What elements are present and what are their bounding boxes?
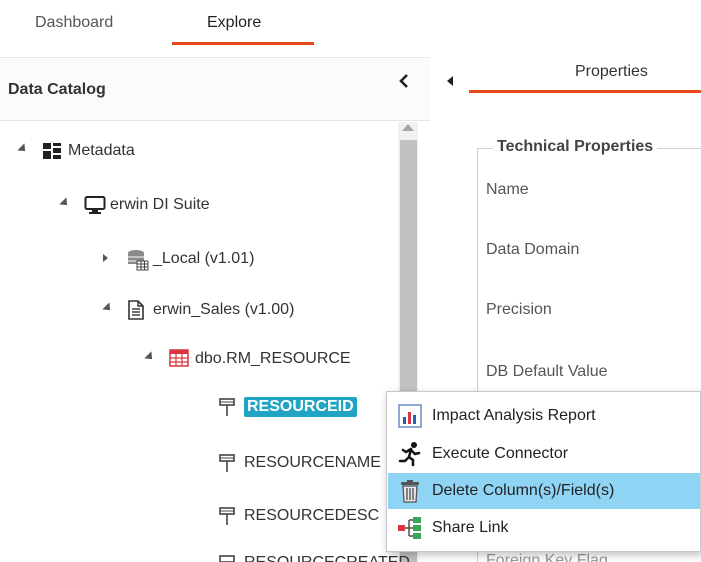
menu-item-impact-analysis[interactable]: Impact Analysis Report: [388, 398, 700, 434]
catalog-tree: [0, 122, 430, 562]
tab-explore[interactable]: Explore: [207, 14, 261, 32]
column-key-icon: [218, 554, 238, 562]
column-key-icon: [218, 453, 238, 473]
menu-label: Impact Analysis Report: [432, 407, 596, 424]
chevron-left-icon[interactable]: [399, 74, 409, 93]
trash-icon: [397, 478, 423, 504]
tree-label-column: RESOURCECREATED: [244, 554, 410, 562]
property-label: Data Domain: [486, 241, 580, 258]
catalog-header: Data Catalog: [0, 57, 430, 121]
column-key-icon: [218, 506, 238, 526]
context-menu: Impact Analysis Report Execute Connector…: [386, 391, 701, 552]
expanded-caret-icon[interactable]: [102, 302, 114, 315]
menu-item-delete-columns[interactable]: Delete Column(s)/Field(s): [388, 473, 700, 509]
tree-node-table[interactable]: dbo.RM_RESOURCE: [144, 346, 373, 372]
top-tab-bar: Dashboard Explore: [0, 0, 701, 50]
tree-node-column[interactable]: RESOURCEDESC: [218, 503, 379, 529]
active-tab-indicator: [172, 42, 314, 45]
metadata-grid-icon: [42, 141, 62, 161]
expanded-caret-icon[interactable]: [59, 197, 71, 210]
property-label: DB Default Value: [486, 363, 608, 380]
tree-label-metadata: Metadata: [68, 142, 135, 159]
menu-label: Share Link: [432, 519, 509, 536]
database-table-icon: [127, 249, 149, 271]
properties-tab-indicator: [469, 90, 701, 93]
menu-item-execute-connector[interactable]: Execute Connector: [388, 436, 700, 472]
tree-label-local: _Local (v1.01): [153, 250, 255, 267]
tree-label-column: RESOURCEDESC: [244, 507, 380, 524]
property-label: Name: [486, 181, 529, 198]
technical-properties-title: Technical Properties: [493, 138, 658, 156]
tab-properties[interactable]: Properties: [575, 63, 648, 81]
data-catalog-panel: Data Catalog Metadata erwin DI Suite _Lo…: [0, 57, 430, 562]
menu-label: Execute Connector: [432, 445, 569, 462]
scroll-up-arrow-icon[interactable]: [402, 124, 414, 131]
document-icon: [127, 300, 147, 320]
tree-label-sales: erwin_Sales (v1.00): [153, 301, 295, 318]
tree-label-column: RESOURCENAME: [244, 454, 381, 471]
expanded-caret-icon[interactable]: [17, 143, 29, 156]
tree-node-suite[interactable]: erwin DI Suite: [59, 192, 210, 218]
tree-node-metadata[interactable]: Metadata: [17, 138, 135, 164]
tab-dashboard[interactable]: Dashboard: [35, 14, 113, 32]
monitor-icon: [84, 195, 106, 215]
property-label: Precision: [486, 301, 552, 318]
bar-chart-report-icon: [397, 403, 423, 429]
catalog-title: Data Catalog: [8, 81, 106, 98]
table-icon: [169, 349, 189, 369]
tree-node-sales[interactable]: erwin_Sales (v1.00): [102, 297, 295, 323]
tree-label-column-selected: RESOURCEID: [244, 397, 357, 417]
tree-node-column[interactable]: RESOURCECREATED: [218, 554, 410, 562]
caret-left-icon[interactable]: [447, 74, 454, 89]
menu-item-share-link[interactable]: Share Link: [388, 510, 700, 546]
column-key-icon: [218, 397, 238, 417]
running-man-icon: [397, 441, 423, 467]
expanded-caret-icon[interactable]: [144, 351, 156, 364]
collapsed-caret-icon[interactable]: [103, 254, 113, 264]
tree-label-suite: erwin DI Suite: [110, 196, 210, 213]
tree-node-column[interactable]: RESOURCEID: [218, 394, 357, 420]
menu-label: Delete Column(s)/Field(s): [432, 482, 615, 499]
tree-label-table: dbo.RM_RESOURCE: [195, 350, 351, 367]
hierarchy-share-icon: [397, 515, 423, 541]
property-label: Foreign Key Flag: [486, 552, 608, 562]
tree-node-column[interactable]: RESOURCENAME: [218, 450, 381, 476]
tree-node-local[interactable]: _Local (v1.01): [103, 246, 254, 272]
